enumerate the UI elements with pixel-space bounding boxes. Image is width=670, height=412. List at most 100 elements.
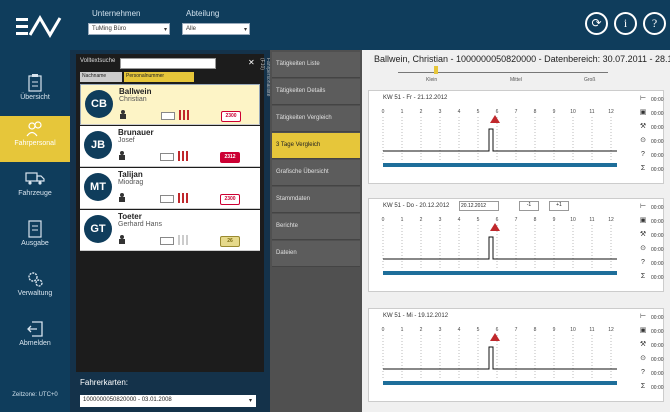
- slider-handle[interactable]: [434, 66, 438, 74]
- department-select[interactable]: Alle ▾: [182, 23, 250, 35]
- department-label: Abteilung: [186, 9, 220, 18]
- person-icon: [119, 151, 125, 160]
- card-icon: [160, 153, 174, 161]
- tab-berichte[interactable]: Berichte: [272, 214, 360, 240]
- legend-row: ⊢ 00:00: [639, 203, 670, 215]
- nav-fahrpersonal[interactable]: Fahrpersonal: [0, 116, 70, 162]
- hour-tick-label: 7: [515, 327, 518, 333]
- rest-icon: ⚒: [639, 231, 647, 238]
- hour-tick-label: 4: [458, 109, 461, 115]
- hour-tick-label: 4: [458, 327, 461, 333]
- status-badge: 26: [220, 236, 240, 247]
- status-badge: 2300: [220, 194, 240, 205]
- company-select[interactable]: TuMing Büro ▾: [88, 23, 170, 35]
- driver-card[interactable]: GT Toeter Gerhard Hans 26: [80, 210, 260, 251]
- tab-taetigkeiten-vergleich[interactable]: Tätigkeiten Vergleich: [272, 106, 360, 132]
- people-icon: [0, 116, 70, 140]
- tab-dateien[interactable]: Dateien: [272, 241, 360, 267]
- search-input[interactable]: [120, 58, 216, 69]
- legend-value: 00:00: [651, 261, 664, 267]
- driver-card[interactable]: CB Ballwein Christian 2300: [80, 84, 260, 125]
- company-value: TuMing Büro: [92, 26, 127, 32]
- status-badge: 2312: [220, 152, 240, 163]
- column-lastname[interactable]: Nachname: [80, 72, 122, 82]
- hour-tick-label: 11: [589, 327, 594, 333]
- hour-tick-label: 0: [382, 109, 385, 115]
- hour-tick-label: 11: [589, 109, 594, 115]
- fahrerkarten-select[interactable]: 1000000050820000 - 03.01.2008 ▾: [80, 395, 256, 407]
- sync-icon[interactable]: ⟳: [585, 12, 608, 35]
- hour-tick-label: 3: [439, 217, 442, 223]
- chevron-down-icon: ▾: [248, 398, 252, 404]
- document-icon: [0, 216, 70, 240]
- sum-icon: Σ: [640, 165, 646, 172]
- hour-tick-label: 5: [477, 109, 480, 115]
- availability-icon: ⊙: [640, 355, 646, 362]
- legend-value: 00:00: [651, 343, 664, 349]
- person-icon: [119, 193, 125, 202]
- legend-row: ⚒ 00:00: [639, 231, 670, 243]
- hour-tick-label: 7: [515, 109, 518, 115]
- nav-abmelden[interactable]: Abmelden: [0, 316, 70, 362]
- legend-value: 00:00: [651, 111, 664, 117]
- clipboard-icon: [0, 70, 70, 94]
- driving-icon: ⊢: [639, 203, 647, 210]
- search-label: Volltextsuche: [80, 58, 116, 64]
- tab-grafische-uebersicht[interactable]: Grafische Übersicht: [272, 160, 360, 186]
- avatar: GT: [84, 215, 112, 243]
- driver-lastname: Talijan: [118, 170, 143, 179]
- legend-row: ⚒ 00:00: [639, 123, 670, 135]
- activity-line: [383, 128, 617, 152]
- legend-value: 00:00: [651, 125, 664, 131]
- hour-tick-label: 7: [515, 217, 518, 223]
- status-bar: [383, 163, 617, 167]
- legend-value: 00:00: [651, 357, 664, 363]
- driver-card[interactable]: MT Talijan Miodrag 2300: [80, 168, 260, 209]
- nav-verwaltung[interactable]: Verwaltung: [0, 266, 70, 312]
- hour-tick-label: 4: [458, 217, 461, 223]
- hour-tick-label: 2: [420, 327, 423, 333]
- legend-value: 00:00: [651, 139, 664, 145]
- department-value: Alle: [186, 26, 197, 32]
- driver-firstname: Gerhard Hans: [118, 221, 162, 228]
- nav-label: Abmelden: [19, 340, 51, 347]
- hour-tick-label: 0: [382, 327, 385, 333]
- hour-tick-label: 8: [534, 217, 537, 223]
- hour-tick-label: 12: [608, 217, 614, 223]
- tab-taetigkeiten-liste[interactable]: Tätigkeiten Liste: [272, 52, 360, 78]
- column-personalnumber[interactable]: Personalnummer: [124, 72, 194, 82]
- activity-bars-icon: [178, 151, 190, 161]
- driver-panel: Volltextsuche ✕ Nachname Personalnummer …: [70, 50, 270, 412]
- unknown-icon: ?: [641, 151, 645, 158]
- hour-tick-label: 9: [553, 217, 556, 223]
- tab-3-tage-vergleich[interactable]: 3 Tage Vergleich: [272, 133, 360, 159]
- legend-value: 00:00: [651, 315, 664, 321]
- tab-taetigkeiten-details[interactable]: Tätigkeiten Details: [272, 79, 360, 105]
- info-icon[interactable]: i: [614, 12, 637, 35]
- driver-lastname: Brunauer: [118, 128, 154, 137]
- close-icon[interactable]: ✕: [248, 58, 255, 67]
- nav-uebersicht[interactable]: Übersicht: [0, 70, 70, 116]
- avatar: MT: [84, 173, 112, 201]
- hour-tick-label: 1: [401, 109, 404, 115]
- legend-row: ? 00:00: [639, 259, 670, 271]
- nav-label: Ausgabe: [21, 240, 49, 247]
- sum-icon: Σ: [640, 273, 646, 280]
- legend-row: ⊢ 00:00: [639, 95, 670, 107]
- work-icon: ▣: [639, 217, 647, 224]
- legend-row: ? 00:00: [639, 151, 670, 163]
- zoom-slider[interactable]: Klein Mittel Groß: [398, 66, 618, 83]
- legend-value: 00:00: [651, 233, 664, 239]
- hour-tick-label: 10: [570, 327, 576, 333]
- driver-card[interactable]: JB Brunauer Josef 2312: [80, 126, 260, 167]
- help-icon[interactable]: ?: [643, 12, 666, 35]
- avatar: CB: [85, 90, 113, 118]
- legend-row: ⊙ 00:00: [639, 245, 670, 257]
- slider-label: Mittel: [510, 77, 522, 83]
- nav-fahrzeuge[interactable]: Fahrzeuge: [0, 166, 70, 212]
- chevron-down-icon: ▾: [243, 27, 247, 33]
- timeline-svg: 0 1 2 3 4 5 6 7 8 9 10 11 12: [382, 109, 617, 167]
- tab-stammdaten[interactable]: Stammdaten: [272, 187, 360, 213]
- nav-ausgabe[interactable]: Ausgabe: [0, 216, 70, 262]
- hour-tick-label: 11: [589, 217, 594, 223]
